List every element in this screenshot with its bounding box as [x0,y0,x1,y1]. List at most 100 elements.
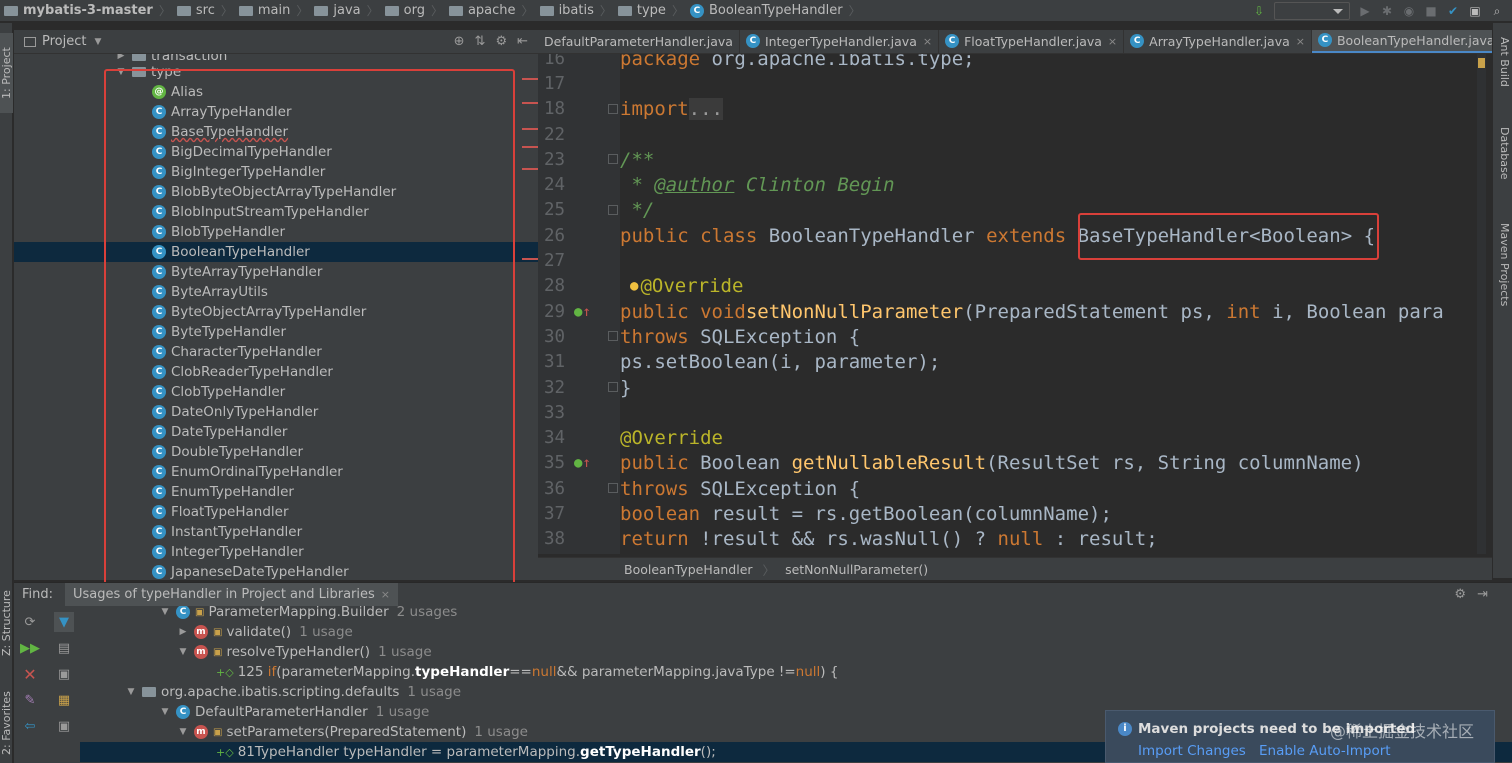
breadcrumb-class[interactable]: C BooleanTypeHandler 〉 [689,0,867,21]
close-icon[interactable]: × [1296,35,1305,48]
expand-all-icon[interactable]: ▶▶ [20,638,40,658]
chevron-right-icon[interactable]: ▶ [116,54,126,61]
editor-breadcrumb-class[interactable]: BooleanTypeHandler [624,562,753,577]
close-icon[interactable]: × [923,35,932,48]
import-changes-link[interactable]: Import Changes [1138,743,1246,759]
breadcrumb-apache[interactable]: apache 〉 [448,0,540,21]
override-marker-icon[interactable]: ●↑ [574,455,591,471]
tab-favorites-tool[interactable]: 2: Favorites [0,683,13,763]
breadcrumb-org[interactable]: org 〉 [384,0,449,21]
close-icon[interactable]: ✕ [20,664,40,684]
structure-icon[interactable]: ▣ [1468,4,1482,18]
code-line: ps.setBoolean(i, parameter); [620,351,941,374]
tab-maven-projects[interactable]: Maven Projects [1495,223,1511,306]
editor-scrollbar[interactable] [1477,54,1486,554]
warning-marker[interactable] [1478,58,1485,68]
close-icon[interactable]: × [381,588,390,601]
fold-icon[interactable] [608,381,618,392]
scroll-from-source-icon[interactable]: ⊕ [454,34,465,49]
search-everywhere-icon[interactable]: ⌕ [1490,4,1504,18]
breadcrumb-ibatis[interactable]: ibatis 〉 [539,0,618,21]
chevron-right-icon[interactable]: ▶ [178,627,188,637]
tab-ant-build[interactable]: Ant Build [1495,37,1511,87]
tab-float-type-handler[interactable]: C FloatTypeHandler.java × [939,30,1125,53]
run-icon[interactable]: ▶ [1358,4,1372,18]
merge-icon[interactable]: ▣ [54,664,74,684]
tab-database[interactable]: Database [1495,127,1511,180]
tab-array-type-handler[interactable]: C ArrayTypeHandler.java × [1124,30,1312,53]
tab-find-usages[interactable]: Usages of typeHandler in Project and Lib… [65,582,398,607]
folder-icon [384,5,399,16]
editor-breadcrumb: BooleanTypeHandler 〉 setNonNullParameter… [538,557,1492,580]
lock-icon: ▣ [213,646,223,658]
tab-integer-type-handler[interactable]: C IntegerTypeHandler.java × [740,30,940,53]
collapse-all-icon[interactable]: ⇅ [475,34,486,49]
editor-breadcrumb-method[interactable]: setNonNullParameter() [785,562,928,577]
change-marker [522,146,538,148]
find-row[interactable]: ▶ m ▣ validate() 1 usage [80,622,1512,642]
group-by-package-icon[interactable]: ▦ [54,690,74,710]
gear-icon[interactable]: ⚙ [1454,587,1466,602]
tab-project-tool[interactable]: 1: Project [0,33,13,113]
previous-occurrence-icon[interactable]: ⇦ [20,716,40,736]
tree-item-transaction[interactable]: ▶ transaction [14,54,538,64]
chevron-down-icon[interactable]: ▼ [126,687,136,697]
right-tool-strip: Ant Build Database Maven Projects [1492,23,1512,578]
lock-icon: ▣ [213,626,223,638]
code-editor[interactable]: package org.apache.ibatis.type; import .… [620,54,1486,554]
enable-auto-import-link[interactable]: Enable Auto-Import [1259,743,1391,759]
hide-panel-icon[interactable]: ⇥ [1477,587,1488,602]
gear-icon[interactable]: ⚙ [495,34,507,49]
pin-icon[interactable]: ✎ [20,690,40,710]
line-number: 26 [544,225,566,246]
breadcrumb-java[interactable]: java 〉 [314,0,384,21]
lock-icon: ▣ [195,606,205,618]
chevron-down-icon[interactable]: ▼ [178,647,188,657]
debug-icon[interactable]: ✱ [1380,4,1394,18]
build-icon[interactable]: ⇩ [1252,4,1266,18]
tab-default-parameter-handler[interactable]: DefaultParameterHandler.java [538,30,740,53]
breadcrumb-main[interactable]: main 〉 [238,0,315,21]
stop-icon[interactable]: ■ [1424,4,1438,18]
fold-icon[interactable] [608,331,618,342]
line-number: 22 [544,124,566,145]
run-configuration-select[interactable] [1274,2,1350,20]
lightbulb-icon[interactable]: ● [630,278,638,294]
code-line: package org.apache.ibatis.type; [620,54,975,70]
close-icon[interactable]: × [1108,35,1117,48]
folder-icon [539,5,554,16]
chevron-down-icon[interactable]: ▼ [160,607,170,617]
fold-icon[interactable] [608,204,618,215]
chevron-down-icon[interactable]: ▼ [94,37,101,47]
find-row-usage[interactable]: +◇ 125 if (parameterMapping. typeHandler =… [80,662,1512,682]
chevron-down-icon[interactable]: ▼ [178,727,188,737]
breadcrumb-type[interactable]: type 〉 [617,0,690,21]
tab-boolean-type-handler[interactable]: CBooleanTypeHandler.java× [1311,30,1492,53]
find-row[interactable]: ▼ m ▣ resolveTypeHandler() 1 usage [80,642,1512,662]
find-row[interactable]: ▼ C ▣ ParameterMapping.Builder 2 usages [80,606,1512,622]
filter-icon[interactable]: ▼ [54,612,74,632]
group-icon[interactable]: ▤ [54,638,74,658]
override-marker-icon[interactable]: ●↑ [574,304,591,320]
method-icon: m [194,645,208,659]
line-number: 16 [544,54,566,69]
breadcrumb-src[interactable]: src 〉 [176,0,239,21]
hide-panel-icon[interactable]: ⇤ [517,34,528,49]
chevron-down-icon[interactable]: ▼ [160,707,170,717]
breadcrumb-project[interactable]: mybatis-3-master 〉 [0,0,177,21]
vcs-icon[interactable]: ✔ [1446,4,1460,18]
coverage-icon[interactable]: ◉ [1402,4,1416,18]
fold-icon[interactable] [608,154,618,165]
tab-structure-tool[interactable]: Z: Structure [0,583,13,663]
fold-icon[interactable] [608,483,618,494]
toolbar-right: ⇩ ▶ ✱ ◉ ■ ✔ ▣ ⌕ [1252,0,1512,21]
change-marker [522,102,538,104]
folded-imports[interactable]: ... [688,98,723,121]
find-row[interactable]: ▼ org.apache.ibatis.scripting.defaults 1 u… [80,682,1512,702]
preview-icon[interactable]: ▣ [54,716,74,736]
info-icon: i [1118,722,1132,736]
fold-icon[interactable] [608,103,618,114]
rerun-icon[interactable]: ⟳ [20,612,40,632]
project-view-select[interactable]: Project [42,34,86,49]
